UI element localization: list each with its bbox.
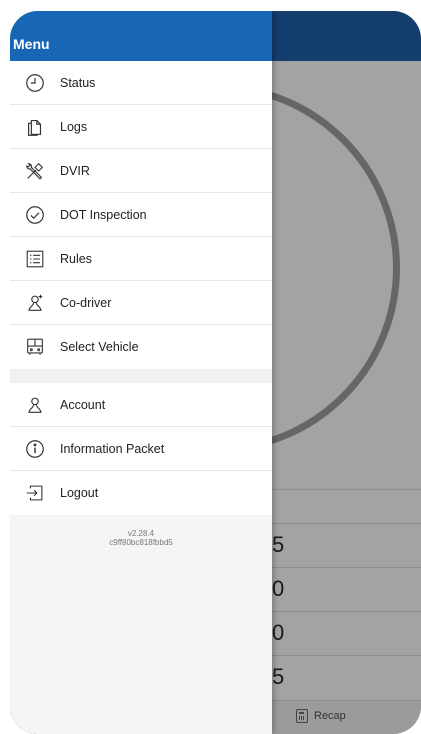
menu-item-co-driver[interactable]: Co-driver [10,281,272,325]
menu-item-logout[interactable]: Logout [10,471,272,515]
menu-item-label: Information Packet [60,441,165,456]
bus-icon [24,336,46,358]
tab-recap-label: Recap [314,710,346,722]
tab-recap[interactable]: Recap [296,709,346,723]
menu-item-status[interactable]: Status [10,61,272,105]
clock-icon [24,72,46,94]
build-hash: c9ff80bc818fbbd5 [109,538,173,547]
menu-item-label: Rules [60,251,92,266]
menu-item-label: Co-driver [60,295,112,310]
co-driver-icon [24,292,46,314]
list-icon [24,248,46,270]
menu-item-label: Logout [60,486,99,500]
menu-item-label: DVIR [60,163,90,178]
version-number: v2.28.4 [127,529,155,538]
menu-item-dvir[interactable]: DVIR [10,149,272,193]
summary-value: 5 [272,532,285,557]
menu-item-rules[interactable]: Rules [10,237,272,281]
summary-value: 0 [272,620,285,645]
secondary-menu: Account Information Packet Logout [10,383,272,515]
drawer-title: Menu [13,36,50,52]
menu-item-label: Account [60,397,106,412]
person-icon [24,394,46,416]
check-circle-icon [24,204,46,226]
version-info: v2.28.4 c9ff80bc818fbbd5 [10,515,272,547]
summary-value: 5 [272,664,285,689]
menu-item-dot-inspection[interactable]: DOT Inspection [10,193,272,237]
menu-item-select-vehicle[interactable]: Select Vehicle [10,325,272,369]
primary-menu: Status Logs DVIR DOT Inspection Rules Co… [10,61,272,369]
menu-item-logs[interactable]: Logs [10,105,272,149]
menu-item-label: Status [60,75,96,90]
menu-item-information-packet[interactable]: Information Packet [10,427,272,471]
phone-screen: 5 0 0 5 Recap Menu Status Logs DVIR DOT … [10,11,421,734]
menu-item-account[interactable]: Account [10,383,272,427]
logout-icon [24,482,46,504]
menu-item-label: Logs [60,119,88,134]
calculator-icon [296,709,308,723]
info-icon [24,438,46,460]
drawer-header: Menu [10,11,272,61]
menu-item-label: DOT Inspection [60,207,147,222]
menu-divider [10,369,272,383]
documents-icon [24,116,46,138]
tools-icon [24,160,46,182]
menu-item-label: Select Vehicle [60,340,139,354]
navigation-drawer: Menu Status Logs DVIR DOT Inspection Rul… [10,11,272,734]
summary-value: 0 [272,576,285,601]
